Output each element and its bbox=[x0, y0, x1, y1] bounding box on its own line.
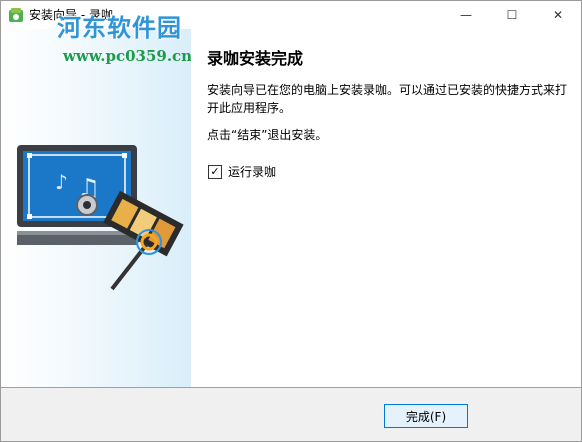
run-app-label: 运行录咖 bbox=[228, 165, 277, 179]
installer-window: 安装向导 - 录咖 — ☐ ✕ ♪ ♫ 河东软件园 www.pc0359.cn … bbox=[0, 0, 582, 442]
run-app-checkbox[interactable]: ✓ bbox=[208, 164, 222, 179]
run-app-option[interactable]: ✓ 运行录咖 bbox=[208, 163, 276, 180]
minimize-button[interactable]: — bbox=[443, 1, 489, 29]
finish-hint: 点击“结束”退出安装。 bbox=[207, 128, 328, 142]
page-title: 录咖安装完成 bbox=[207, 49, 304, 68]
close-button[interactable]: ✕ bbox=[535, 1, 581, 29]
watermark-url: www.pc0359.cn bbox=[63, 47, 193, 65]
side-banner: ♪ ♫ bbox=[1, 29, 191, 387]
installer-app-icon bbox=[9, 8, 23, 22]
laptop-recording-illustration: ♪ ♫ bbox=[17, 145, 184, 291]
maximize-button[interactable]: ☐ bbox=[489, 1, 535, 29]
footer-divider bbox=[1, 387, 581, 388]
svg-text:♪: ♪ bbox=[55, 170, 68, 194]
finish-button[interactable]: 完成(F) bbox=[384, 404, 468, 428]
main-pane: 录咖安装完成 安装向导已在您的电脑上安装录咖。可以通过已安装的快捷方式来打开此应… bbox=[191, 29, 581, 387]
completion-description: 安装向导已在您的电脑上安装录咖。可以通过已安装的快捷方式来打开此应用程序。 bbox=[207, 83, 568, 115]
watermark-logo-text: 河东软件园 bbox=[57, 13, 182, 42]
